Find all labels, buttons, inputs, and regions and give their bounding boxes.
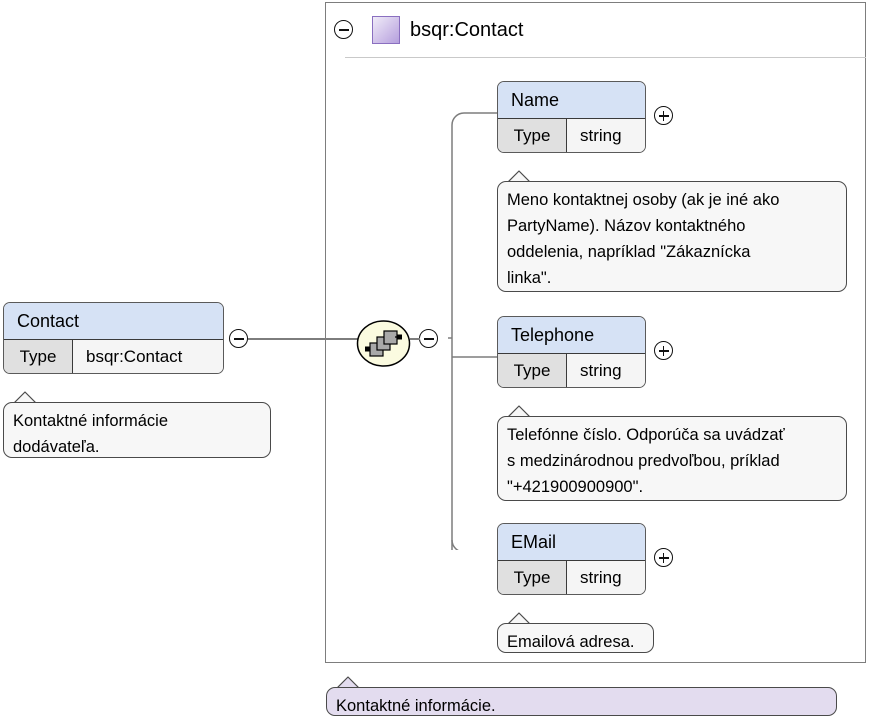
- element-name-telephone: Telephone: [498, 317, 645, 354]
- type-value-email: string: [567, 561, 645, 594]
- element-type-row-name: Type string: [498, 119, 645, 152]
- element-box-name[interactable]: Name Type string: [497, 81, 646, 153]
- email-expander-plus-icon[interactable]: [654, 548, 673, 567]
- element-box-telephone[interactable]: Telephone Type string: [497, 316, 646, 388]
- plus-bar-v: [662, 110, 665, 121]
- type-label-email: Type: [498, 561, 567, 594]
- type-value-telephone: string: [567, 354, 645, 387]
- element-name-email: EMail: [498, 524, 645, 561]
- root-title-label: bsqr:Contact: [410, 19, 524, 41]
- type-value-contact: bsqr:Contact: [73, 340, 223, 373]
- annotation-name: Meno kontaktnej osoby (ak je iné ako Par…: [497, 181, 847, 292]
- element-type-row-telephone: Type string: [498, 354, 645, 387]
- annotation-root: Kontaktné informácie.: [326, 687, 837, 716]
- connector-contact-to-sequence: [248, 338, 358, 340]
- minus-bar: [233, 338, 244, 340]
- annotation-email: Emailová adresa.: [497, 623, 654, 653]
- root-expander-minus-icon[interactable]: [334, 20, 353, 39]
- minus-bar: [423, 338, 434, 340]
- element-type-row-email: Type string: [498, 561, 645, 594]
- schema-diagram-canvas: bsqr:Contact Contact Type bsqr:Contact K…: [0, 0, 871, 722]
- plus-bar-v: [662, 552, 665, 563]
- element-box-contact[interactable]: Contact Type bsqr:Contact: [3, 302, 224, 374]
- element-name-contact: Contact: [4, 303, 223, 340]
- connector-sequence-to-expander: [410, 338, 420, 340]
- type-label-telephone: Type: [498, 354, 567, 387]
- contact-expander-minus-icon[interactable]: [229, 329, 248, 348]
- sequence-compositor-icon[interactable]: [356, 320, 411, 367]
- annotation-telephone: Telefónne číslo. Odporúča sa uvádzať s m…: [497, 416, 847, 501]
- element-box-email[interactable]: EMail Type string: [497, 523, 646, 595]
- type-label-contact: Type: [4, 340, 73, 373]
- plus-bar-v: [662, 345, 665, 356]
- element-type-row-contact: Type bsqr:Contact: [4, 340, 223, 373]
- annotation-contact: Kontaktné informácie dodávateľa.: [3, 402, 271, 458]
- type-value-name: string: [567, 119, 645, 152]
- namespace-color-swatch-icon: [372, 16, 400, 44]
- sequence-expander-minus-icon[interactable]: [419, 329, 438, 348]
- root-header-divider: [345, 57, 866, 58]
- name-expander-plus-icon[interactable]: [654, 106, 673, 125]
- type-label-name: Type: [498, 119, 567, 152]
- element-name-name: Name: [498, 82, 645, 119]
- telephone-expander-plus-icon[interactable]: [654, 341, 673, 360]
- minus-bar: [338, 29, 349, 31]
